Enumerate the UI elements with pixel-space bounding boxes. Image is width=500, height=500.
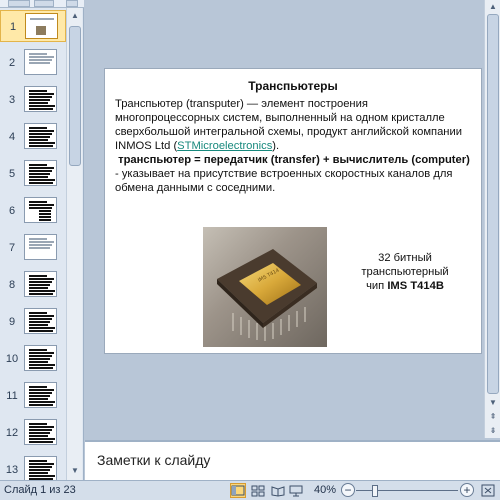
slide-editing-area: Транспьютеры Транспьютер (transputer) — …	[85, 0, 484, 438]
pane-tabs	[0, 0, 84, 8]
slide-thumbnail-preview	[24, 456, 57, 480]
normal-view-button[interactable]	[230, 483, 246, 498]
slide-thumbnail-preview	[24, 197, 57, 223]
slide-thumbnail-number: 8	[8, 279, 16, 291]
slide-scrollbar[interactable]: ▲ ▼ ⇞ ⇟	[484, 0, 500, 438]
slide-thumbnail-number: 6	[8, 205, 16, 217]
slide-scroll-up-icon[interactable]: ▲	[486, 0, 500, 14]
slide-thumbnail-preview	[25, 13, 58, 39]
thumbnail-scrollbar[interactable]: ▲ ▼	[66, 8, 82, 480]
slide-thumbnail-number: 4	[8, 131, 16, 143]
etymology-bold: транспьютер = передатчик (transfer) + вы…	[118, 154, 470, 166]
slide-thumbnail[interactable]: 11	[0, 380, 66, 412]
zoom-slider-knob[interactable]	[372, 485, 378, 497]
slide-thumbnail-preview	[24, 49, 57, 75]
slide-thumbnail-preview	[24, 271, 57, 297]
slide-thumbnail-preview	[24, 308, 57, 334]
slideshow-button[interactable]	[288, 483, 304, 498]
previous-slide-icon[interactable]: ⇞	[486, 410, 500, 424]
slide-thumbnail-preview	[24, 345, 57, 371]
slides-tab[interactable]	[8, 0, 30, 7]
zoom-in-icon[interactable]: +	[460, 483, 474, 497]
thumbnail-scroll-thumb[interactable]	[69, 26, 81, 166]
stmicro-link[interactable]: STMicroelectronics	[177, 140, 272, 152]
zoom-percentage[interactable]: 40%	[314, 484, 336, 496]
paragraph-etymology: транспьютер = передатчик (transfer) + вы…	[115, 153, 470, 195]
caption-chip-model: IMS T414B	[387, 280, 444, 292]
slide-thumbnail-preview	[24, 123, 57, 149]
slide-body-text[interactable]: Транспьютер (transputer) — элемент постр…	[115, 97, 470, 195]
thumbnail-list: 1 2 3 4 5 6 7 8 9 10 11 12 13	[0, 8, 66, 480]
slide-thumbnail[interactable]: 5	[0, 158, 66, 190]
slide-thumbnail-preview	[24, 234, 57, 260]
slide-thumbnail-preview	[24, 86, 57, 112]
slide-sorter-button[interactable]	[250, 483, 266, 498]
slides-thumbnail-pane: 1 2 3 4 5 6 7 8 9 10 11 12 13 ▲ ▼	[0, 0, 84, 480]
slideshow-icon	[289, 485, 303, 497]
slide-scroll-down-icon[interactable]: ▼	[486, 396, 500, 410]
caption-line-3: чип IMS T414B	[345, 279, 465, 293]
chip-caption[interactable]: 32 битный транспьютерный чип IMS T414B	[345, 251, 465, 293]
caption-line-2: транспьютерный	[361, 266, 449, 278]
slide-counter: Слайд 1 из 23	[4, 484, 76, 496]
caption-chip-prefix: чип	[366, 280, 388, 292]
slide-title[interactable]: Транспьютеры	[105, 79, 481, 93]
slide-thumbnail[interactable]: 2	[0, 47, 66, 79]
slide-thumbnail[interactable]: 13	[0, 454, 66, 480]
slide-thumbnail-number: 13	[5, 464, 19, 476]
zoom-out-icon[interactable]: −	[341, 483, 355, 497]
slide-thumbnail-preview	[24, 160, 57, 186]
slide-thumbnail-number: 5	[8, 168, 16, 180]
slide-sorter-icon	[251, 485, 265, 497]
slide-thumbnail-number: 2	[8, 57, 16, 69]
slide-thumbnail-preview	[24, 419, 57, 445]
slide-thumbnail-number: 7	[8, 242, 16, 254]
slide-thumbnail-number: 3	[8, 94, 16, 106]
slide-thumbnail[interactable]: 8	[0, 269, 66, 301]
slide-thumbnail-number: 10	[5, 353, 19, 365]
fit-to-window-icon	[481, 484, 495, 497]
notes-placeholder[interactable]: Заметки к слайду	[97, 452, 210, 468]
paragraph-definition: Транспьютер (transputer) — элемент постр…	[115, 97, 470, 153]
slide-thumbnail-preview	[24, 382, 57, 408]
caption-line-1: 32 битный	[378, 252, 432, 264]
chip-photo[interactable]: IMS T414	[203, 227, 327, 347]
slide-thumbnail-number: 12	[5, 427, 19, 439]
slide-thumbnail-number: 1	[9, 21, 17, 33]
slide-thumbnail[interactable]: 3	[0, 84, 66, 116]
outline-tab[interactable]	[34, 0, 54, 7]
slide-scroll-thumb[interactable]	[487, 14, 499, 394]
slide-thumbnail[interactable]: 12	[0, 417, 66, 449]
slide-thumbnail[interactable]: 1	[0, 10, 66, 42]
status-bar: Слайд 1 из 23 40% − +	[0, 480, 500, 500]
definition-end: ).	[272, 140, 280, 152]
slide-canvas[interactable]: Транспьютеры Транспьютер (transputer) — …	[104, 68, 482, 354]
chip-illustration: IMS T414	[217, 249, 317, 341]
slide-thumbnail-number: 11	[6, 390, 18, 402]
fit-slide-button[interactable]	[480, 483, 496, 498]
etymology-text: - указывает на присутствие встроенных ск…	[115, 168, 453, 194]
notes-pane[interactable]: Заметки к слайду	[85, 440, 500, 480]
scroll-down-icon[interactable]: ▼	[68, 464, 82, 478]
reading-view-button[interactable]	[270, 483, 286, 498]
reading-view-icon	[271, 486, 285, 497]
close-pane-icon[interactable]	[66, 0, 78, 7]
normal-view-icon	[231, 485, 245, 496]
slide-thumbnail-number: 9	[8, 316, 16, 328]
slide-thumbnail[interactable]: 4	[0, 121, 66, 153]
definition-text: Транспьютер (transputer) — элемент постр…	[115, 98, 462, 152]
slide-thumbnail[interactable]: 6	[0, 195, 66, 227]
next-slide-icon[interactable]: ⇟	[486, 424, 500, 438]
slide-thumbnail[interactable]: 9	[0, 306, 66, 338]
slide-thumbnail[interactable]: 7	[0, 232, 66, 264]
scroll-up-icon[interactable]: ▲	[68, 9, 82, 23]
slide-thumbnail[interactable]: 10	[0, 343, 66, 375]
